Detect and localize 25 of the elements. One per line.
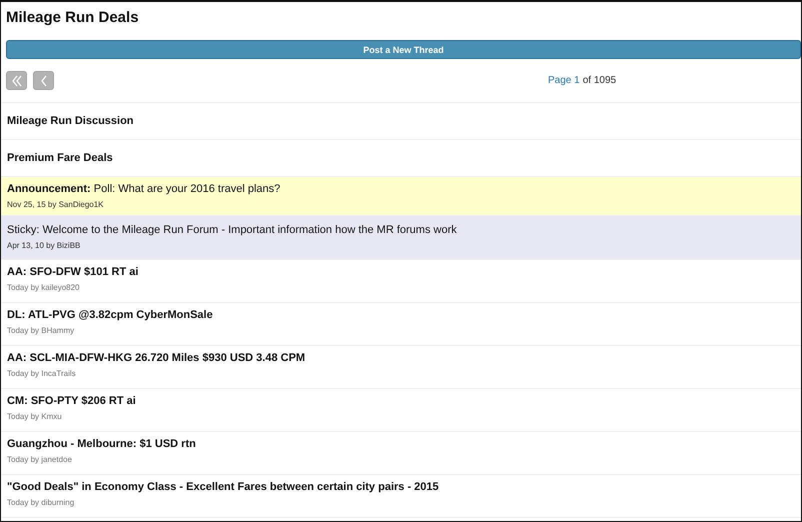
thread-meta: Today by diburning xyxy=(7,498,76,507)
double-chevron-left-icon xyxy=(12,74,22,86)
post-thread-button[interactable]: Post a New Thread xyxy=(6,40,801,59)
thread-meta: Today by IncaTrails xyxy=(7,369,77,378)
page-total: of 1095 xyxy=(582,75,616,86)
thread-meta: Apr 13, 10 by BiziBB xyxy=(7,241,82,250)
page-link[interactable]: Page 1 xyxy=(548,75,580,86)
thread-title[interactable]: Guangzhou - Melbourne: $1 USD rtn xyxy=(7,438,795,450)
chevron-left-icon xyxy=(40,74,46,86)
thread-title[interactable]: "Good Deals" in Economy Class - Excellent Fares between certain city pairs - 2015 xyxy=(7,481,795,493)
page-title: Mileage Run Deals xyxy=(5,8,140,28)
thread-meta: Today by Kmxu xyxy=(7,412,63,421)
thread-title[interactable]: AA: SFO-DFW $101 RT ai xyxy=(7,266,795,278)
thread-title[interactable]: DL: ATL-PVG @3.82cpm CyberMonSale xyxy=(7,309,795,321)
thread-meta: Today by BHammy xyxy=(7,326,76,335)
section-title[interactable]: Premium Fare Deals xyxy=(7,152,113,164)
thread-title[interactable]: CM: SFO-PTY $206 RT ai xyxy=(7,395,795,407)
thread-meta: Today by kaileyo820 xyxy=(7,283,80,292)
thread-meta: Today by janetdoe xyxy=(7,455,73,464)
thread-title[interactable]: Sticky: Welcome to the Mileage Run Forum - Important information how the MR forums work xyxy=(7,224,795,236)
thread-title[interactable]: AA: SCL-MIA-DFW-HKG 26.720 Miles $930 USD 3.48 CPM xyxy=(7,352,795,364)
thread-title[interactable]: Announcement: Poll: What are your 2016 travel plans? xyxy=(7,183,795,195)
thread-meta: Nov 25, 15 by SanDiego1K xyxy=(7,200,105,209)
section-row[interactable]: Mileage Run Discussion xyxy=(1,103,801,140)
section-title[interactable]: Mileage Run Discussion xyxy=(7,115,134,127)
